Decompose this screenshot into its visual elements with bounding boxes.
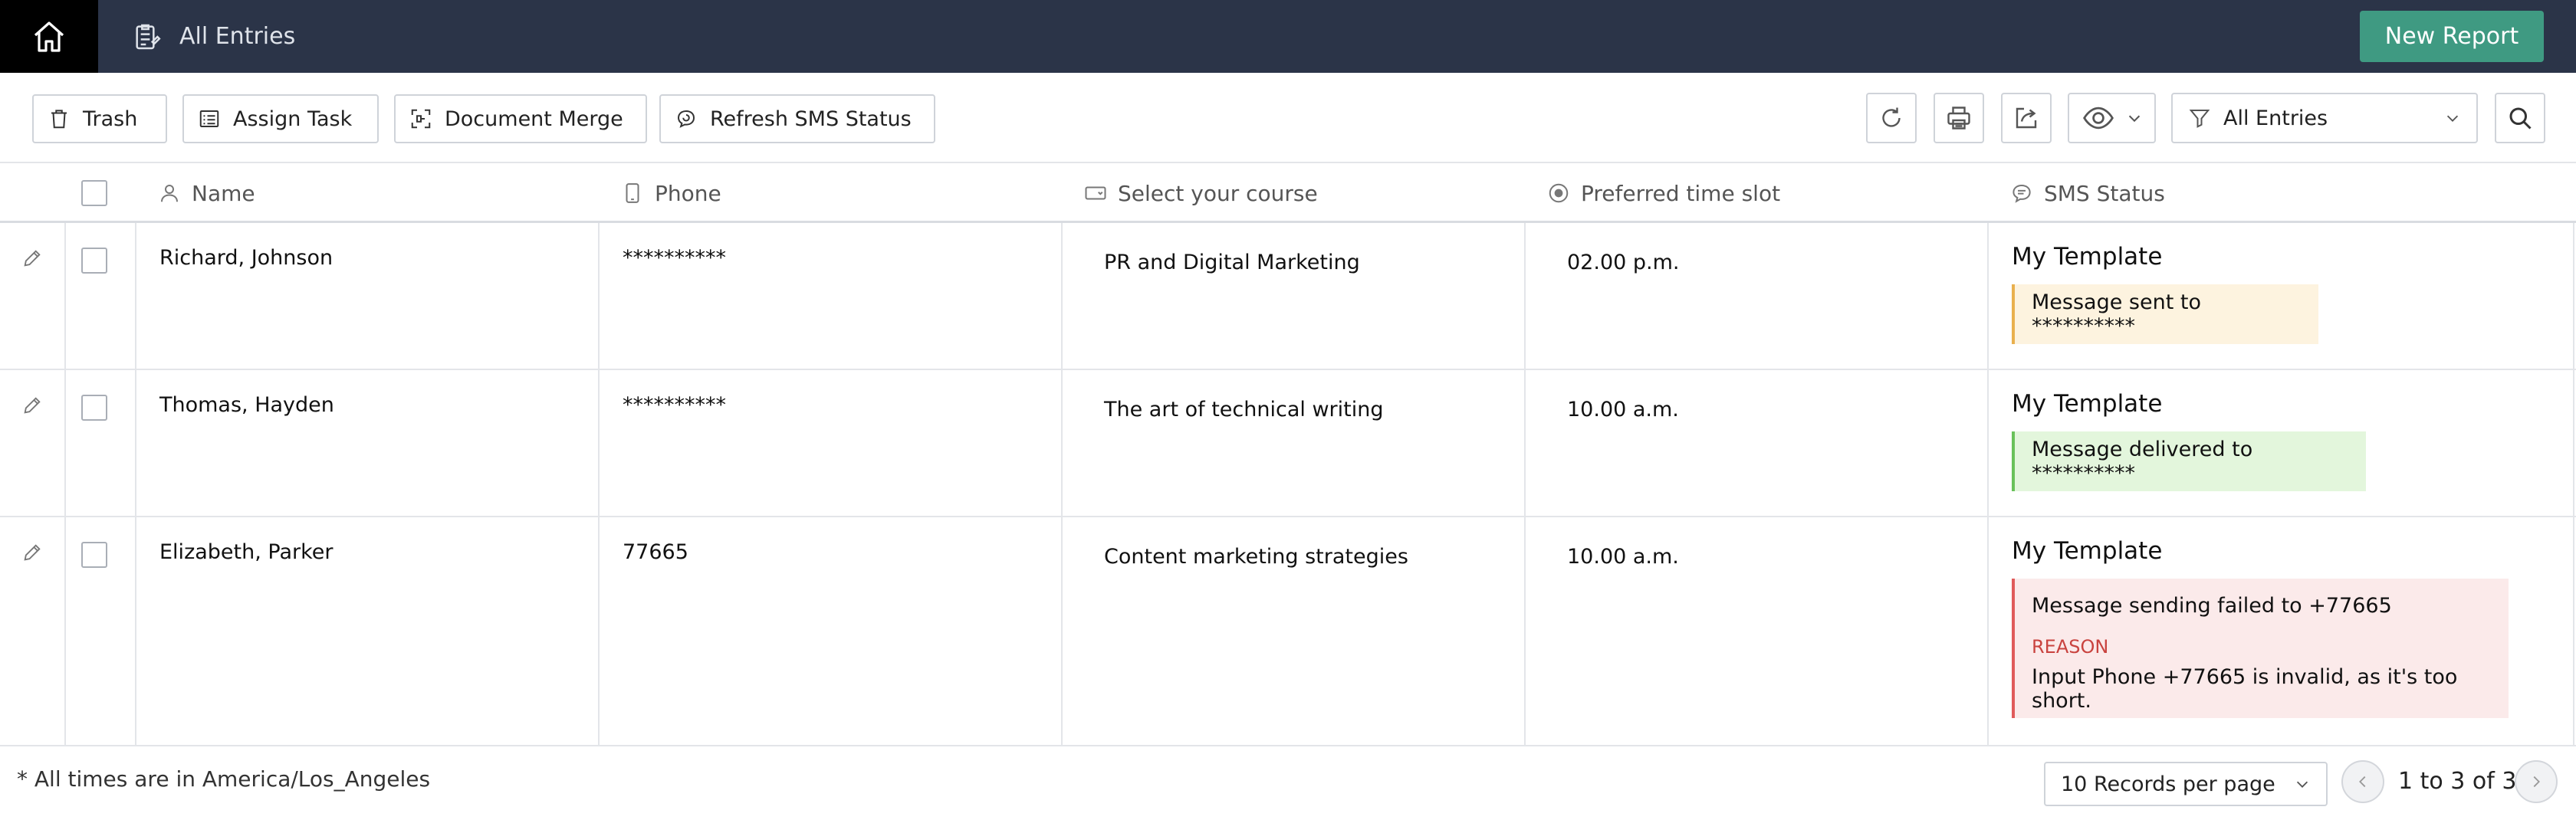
phone-cell: ********** bbox=[623, 246, 726, 270]
name-cell: Richard, Johnson bbox=[159, 246, 334, 270]
name-cell: Thomas, Hayden bbox=[159, 393, 334, 417]
dropdown-field-icon bbox=[1085, 186, 1106, 200]
task-list-icon bbox=[199, 110, 219, 127]
table-row[interactable]: Thomas, Hayden ********** The art of tec… bbox=[0, 370, 2576, 517]
mobile-phone-icon bbox=[626, 183, 639, 203]
column-header-time-slot[interactable]: Preferred time slot bbox=[1524, 163, 1780, 223]
chevron-right-icon bbox=[2533, 776, 2540, 788]
column-header-phone[interactable]: Phone bbox=[598, 163, 721, 223]
print-button[interactable] bbox=[1934, 93, 1984, 143]
sms-status-message: Message sent to ********** bbox=[2012, 284, 2318, 344]
edit-pencil-icon[interactable] bbox=[21, 395, 43, 416]
entries-table: Name Phone Select your course Preferred … bbox=[0, 163, 2576, 745]
filter-dropdown[interactable]: All Entries bbox=[2171, 93, 2478, 143]
column-header-name[interactable]: Name bbox=[135, 163, 255, 223]
search-button[interactable] bbox=[2495, 93, 2545, 143]
trash-button[interactable]: Trash bbox=[32, 94, 167, 143]
refresh-sms-status-button[interactable]: Refresh SMS Status bbox=[659, 94, 935, 143]
assign-task-button[interactable]: Assign Task bbox=[182, 94, 379, 143]
radio-icon bbox=[1549, 183, 1569, 203]
page-title: All Entries bbox=[179, 23, 296, 50]
table-footer: * All times are in America/Los_Angeles 1… bbox=[0, 745, 2576, 820]
next-page-button[interactable] bbox=[2515, 760, 2558, 803]
home-button[interactable] bbox=[0, 0, 98, 73]
row-checkbox[interactable] bbox=[81, 542, 107, 568]
person-icon bbox=[161, 185, 178, 202]
course-cell: The art of technical writing bbox=[1104, 398, 1384, 421]
row-checkbox[interactable] bbox=[81, 395, 107, 421]
chevron-left-icon bbox=[2359, 776, 2366, 788]
search-icon bbox=[2509, 107, 2532, 130]
table-row[interactable]: Elizabeth, Parker 77665 Content marketin… bbox=[0, 517, 2576, 745]
sms-reason-text: Input Phone +77665 is invalid, as it's t… bbox=[2032, 665, 2458, 713]
course-cell: PR and Digital Marketing bbox=[1104, 251, 1360, 274]
edit-pencil-icon[interactable] bbox=[21, 542, 43, 563]
previous-page-button[interactable] bbox=[2341, 760, 2384, 803]
chat-bubble-icon bbox=[2013, 184, 2031, 203]
filter-label: All Entries bbox=[2223, 106, 2328, 130]
chat-refresh-icon bbox=[677, 110, 695, 128]
filter-icon bbox=[2189, 110, 2210, 128]
home-icon bbox=[34, 21, 64, 52]
sms-status-message: Message sending failed to +77665 REASON … bbox=[2012, 579, 2509, 718]
chevron-down-icon bbox=[2296, 781, 2308, 788]
sms-template-name: My Template bbox=[2012, 243, 2163, 271]
records-per-page-select[interactable]: 10 Records per page bbox=[2044, 762, 2328, 806]
course-cell: Content marketing strategies bbox=[1104, 545, 1408, 569]
export-button[interactable] bbox=[2001, 93, 2052, 143]
edit-pencil-icon[interactable] bbox=[21, 248, 43, 269]
select-all-checkbox[interactable] bbox=[81, 180, 107, 206]
chevron-down-icon bbox=[2446, 115, 2459, 122]
clipboard-list-icon bbox=[136, 24, 161, 49]
new-report-button[interactable]: New Report bbox=[2360, 11, 2544, 62]
view-toggle-button[interactable] bbox=[2068, 93, 2156, 143]
top-bar: All Entries New Report bbox=[0, 0, 2576, 73]
time-slot-cell: 10.00 a.m. bbox=[1567, 398, 1679, 421]
table-row[interactable]: Richard, Johnson ********** PR and Digit… bbox=[0, 223, 2576, 370]
sms-reason-label: REASON bbox=[2032, 636, 2109, 658]
row-checkbox[interactable] bbox=[81, 248, 107, 274]
sms-status-message: Message delivered to ********** bbox=[2012, 431, 2366, 491]
table-header: Name Phone Select your course Preferred … bbox=[0, 163, 2576, 223]
time-slot-cell: 02.00 p.m. bbox=[1567, 251, 1680, 274]
sms-template-name: My Template bbox=[2012, 537, 2163, 565]
phone-cell: ********** bbox=[623, 393, 726, 417]
sms-template-name: My Template bbox=[2012, 390, 2163, 418]
timezone-note: * All times are in America/Los_Angeles bbox=[17, 766, 431, 792]
trash-label: Trash bbox=[83, 107, 138, 131]
name-cell: Elizabeth, Parker bbox=[159, 540, 334, 564]
document-merge-label: Document Merge bbox=[445, 107, 623, 131]
trash-icon bbox=[51, 110, 67, 129]
refresh-button[interactable] bbox=[1866, 93, 1917, 143]
chevron-down-icon bbox=[2128, 115, 2140, 123]
refresh-sms-status-label: Refresh SMS Status bbox=[710, 107, 912, 131]
toolbar: Trash Assign Task Document Merge Refresh… bbox=[0, 73, 2576, 163]
pagination-info: 1 to 3 of 3 bbox=[2398, 768, 2517, 795]
refresh-icon bbox=[1882, 107, 1901, 127]
print-icon bbox=[1947, 107, 1970, 130]
sms-failure-message: Message sending failed to +77665 bbox=[2032, 594, 2392, 618]
document-merge-icon bbox=[411, 109, 431, 129]
share-export-icon bbox=[2016, 107, 2037, 129]
document-merge-button[interactable]: Document Merge bbox=[394, 94, 647, 143]
app-title: All Entries bbox=[132, 0, 295, 73]
eye-icon bbox=[2082, 107, 2114, 130]
column-header-course[interactable]: Select your course bbox=[1061, 163, 1318, 223]
assign-task-label: Assign Task bbox=[233, 107, 353, 131]
column-header-sms-status[interactable]: SMS Status bbox=[1987, 163, 2165, 223]
phone-cell: 77665 bbox=[623, 540, 688, 564]
time-slot-cell: 10.00 a.m. bbox=[1567, 545, 1679, 569]
